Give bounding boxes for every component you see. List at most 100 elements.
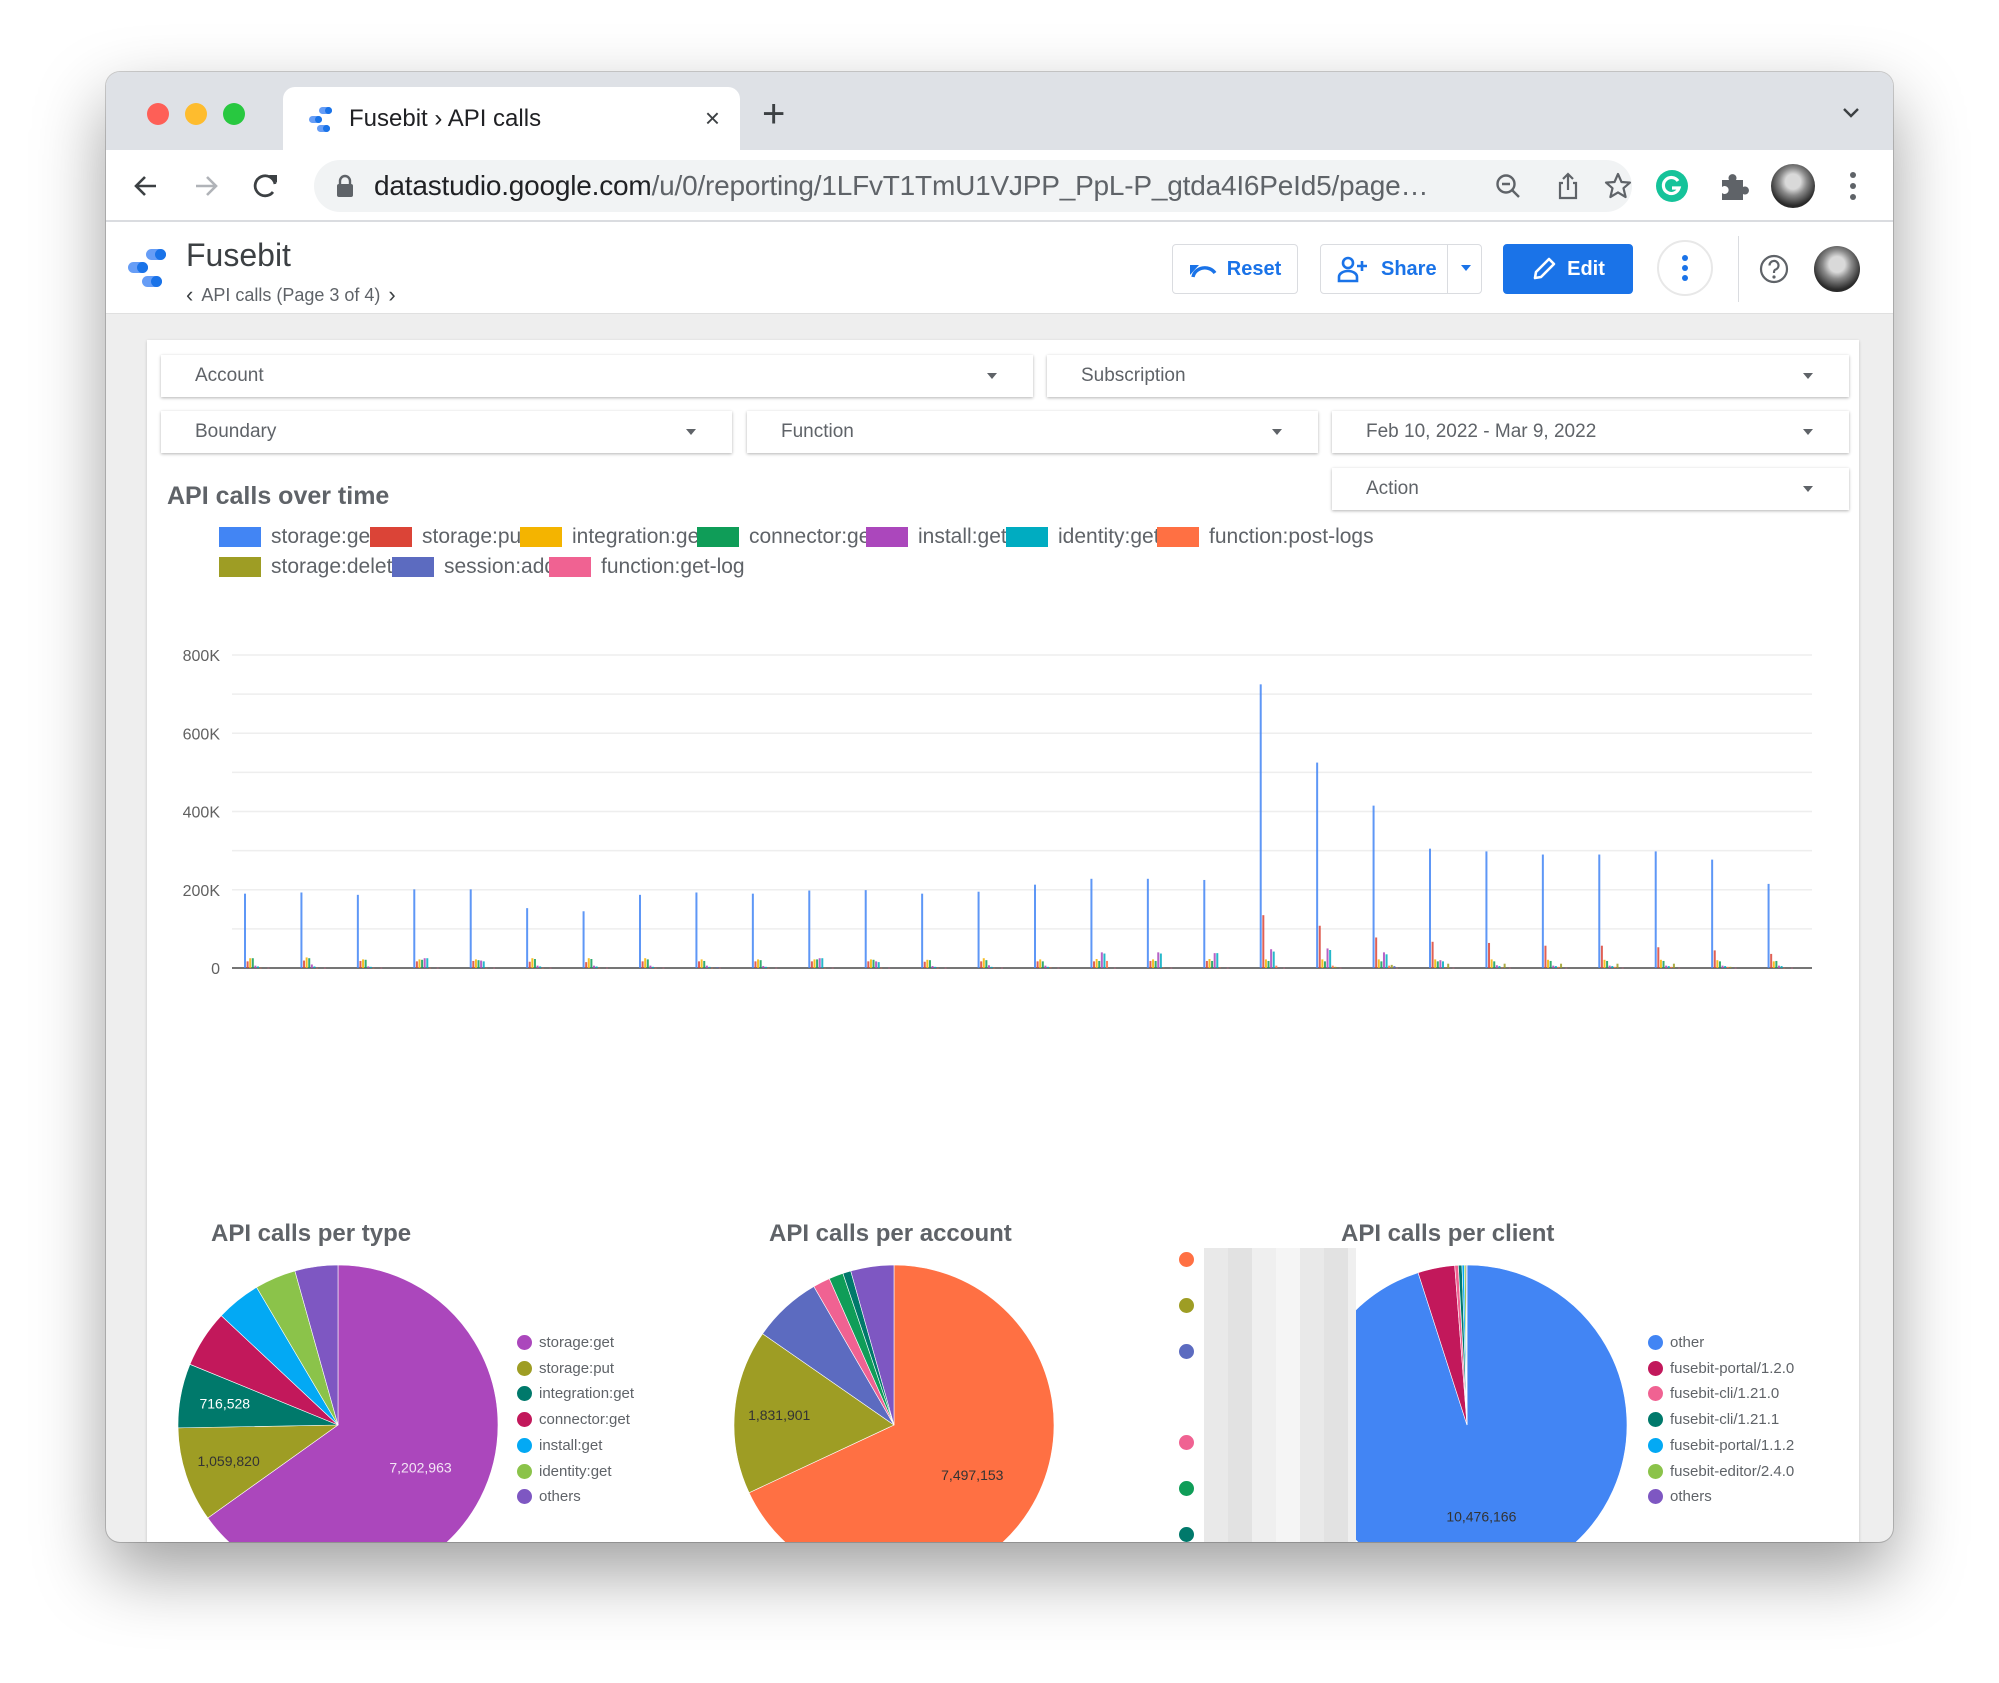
- bar-install-get[interactable]: [1552, 965, 1555, 968]
- bar-storage-put[interactable]: [1600, 945, 1603, 968]
- bar-integration-get[interactable]: [474, 959, 477, 968]
- bar-function-post-logs[interactable]: [1444, 967, 1447, 969]
- bar-function-get-log[interactable]: [1790, 967, 1793, 969]
- bar-install-get[interactable]: [367, 966, 370, 968]
- bar-connector-get[interactable]: [759, 960, 762, 968]
- bar-storage-get[interactable]: [469, 889, 472, 968]
- api-calls-over-time-chart[interactable]: 0 200K 400K 600K 800K Feb 10, 2022Feb 11, 202…: [147, 640, 1859, 980]
- bar-install-get[interactable]: [1382, 952, 1385, 968]
- bar-storage-put[interactable]: [1093, 961, 1096, 968]
- bar-storage-put[interactable]: [980, 961, 983, 968]
- bar-connector-get[interactable]: [1775, 960, 1778, 968]
- bar-function-post-logs[interactable]: [1501, 967, 1504, 969]
- bar-install-get[interactable]: [1721, 965, 1724, 968]
- bar-storage-put[interactable]: [246, 961, 249, 968]
- pie-legend-item-fusebit-portal-1-2-0[interactable]: fusebit-portal/1.2.0: [1648, 1360, 1794, 1377]
- bar-install-get[interactable]: [875, 961, 878, 968]
- bar-integration-get[interactable]: [1095, 959, 1098, 968]
- bar-connector-get[interactable]: [1211, 960, 1214, 968]
- legend-item-install-get[interactable]: install:get: [866, 525, 1007, 549]
- bar-connector-get[interactable]: [251, 958, 254, 968]
- bar-identity-get[interactable]: [1611, 966, 1614, 968]
- bar-identity-get[interactable]: [1329, 950, 1332, 968]
- bar-identity-get[interactable]: [313, 966, 316, 968]
- bar-install-get[interactable]: [423, 958, 426, 968]
- pie-legend-item-item[interactable]: [1179, 1298, 1201, 1313]
- tab-fusebit-api-calls[interactable]: Fusebit › API calls ×: [283, 87, 740, 150]
- bar-function-get-log[interactable]: [1057, 967, 1060, 969]
- bar-storage-get[interactable]: [1203, 879, 1206, 968]
- bar-function-post-logs[interactable]: [1670, 966, 1673, 968]
- bar-function-post-logs[interactable]: [259, 967, 262, 969]
- next-page-chevron-icon[interactable]: ›: [388, 282, 395, 308]
- bar-install-get[interactable]: [1044, 965, 1047, 968]
- api-calls-per-type-pie[interactable]: 7,202,963 1,059,820 716,528: [173, 1260, 503, 1542]
- bar-storage-put[interactable]: [303, 960, 306, 968]
- bar-function-get-log[interactable]: [1395, 967, 1398, 969]
- bar-function-get-log[interactable]: [944, 967, 947, 969]
- bar-integration-get[interactable]: [757, 959, 760, 968]
- bar-storage-get[interactable]: [639, 894, 641, 968]
- bar-connector-get[interactable]: [1549, 960, 1552, 968]
- bar-session-add[interactable]: [1393, 966, 1396, 968]
- bar-function-get-log[interactable]: [380, 967, 383, 969]
- bar-function-post-logs[interactable]: [1049, 967, 1052, 969]
- bar-connector-get[interactable]: [590, 959, 593, 968]
- bar-storage-put[interactable]: [754, 961, 757, 968]
- bar-install-get[interactable]: [1100, 952, 1103, 968]
- bar-integration-get[interactable]: [418, 959, 421, 968]
- bar-install-get[interactable]: [1326, 948, 1329, 968]
- pie-legend-item-others[interactable]: others: [517, 1488, 581, 1505]
- bar-function-get-log[interactable]: [1678, 967, 1681, 969]
- bar-function-get-log[interactable]: [436, 967, 439, 969]
- bar-identity-get[interactable]: [257, 966, 259, 968]
- bar-integration-get[interactable]: [1208, 959, 1211, 968]
- bar-function-post-logs[interactable]: [485, 967, 488, 969]
- bar-integration-get[interactable]: [700, 959, 703, 968]
- bar-storage-get[interactable]: [808, 890, 811, 968]
- bar-storage-get[interactable]: [1372, 805, 1375, 968]
- bar-identity-get[interactable]: [1159, 953, 1162, 968]
- bar-function-post-logs[interactable]: [316, 967, 319, 969]
- bar-storage-put[interactable]: [1262, 915, 1265, 968]
- legend-item-storage-delete[interactable]: storage:delete: [219, 555, 404, 579]
- bar-function-get-log[interactable]: [1283, 967, 1286, 969]
- bar-identity-get[interactable]: [1667, 966, 1670, 968]
- bar-identity-get[interactable]: [1780, 966, 1783, 968]
- bar-storage-put[interactable]: [1318, 925, 1321, 968]
- minimize-window-button[interactable]: [185, 103, 207, 125]
- bar-identity-get[interactable]: [369, 966, 372, 968]
- bar-connector-get[interactable]: [703, 960, 706, 968]
- bar-function-get-log[interactable]: [1508, 967, 1511, 969]
- bar-connector-get[interactable]: [1606, 960, 1609, 968]
- bar-storage-get[interactable]: [300, 892, 303, 968]
- bar-integration-get[interactable]: [1039, 959, 1042, 968]
- function-filter[interactable]: Function: [747, 411, 1318, 453]
- bar-storage-delete[interactable]: [1616, 963, 1619, 968]
- bar-integration-get[interactable]: [1434, 959, 1437, 968]
- legend-item-integration-get[interactable]: integration:get: [520, 525, 705, 549]
- api-calls-per-account-pie[interactable]: 7,497,153 1,831,901: [729, 1260, 1059, 1542]
- maximize-window-button[interactable]: [223, 103, 245, 125]
- bar-function-get-log[interactable]: [605, 967, 608, 969]
- bar-function-post-logs[interactable]: [1162, 967, 1165, 969]
- bar-function-post-logs[interactable]: [767, 967, 770, 969]
- bar-integration-get[interactable]: [1603, 959, 1606, 968]
- bar-integration-get[interactable]: [362, 959, 365, 968]
- reset-button[interactable]: Reset: [1172, 244, 1298, 294]
- pie-legend-item-item[interactable]: [1179, 1481, 1201, 1496]
- bar-function-get-log[interactable]: [1452, 967, 1455, 969]
- new-tab-button[interactable]: +: [762, 94, 785, 134]
- bar-function-get-log[interactable]: [493, 967, 496, 969]
- bar-install-get[interactable]: [931, 966, 934, 968]
- bar-connector-get[interactable]: [646, 959, 649, 968]
- bar-function-post-logs[interactable]: [1106, 960, 1109, 968]
- bar-storage-put[interactable]: [641, 961, 644, 968]
- pie-legend-item-fusebit-editor-2-4-0[interactable]: fusebit-editor/2.4.0: [1648, 1463, 1794, 1480]
- bar-connector-get[interactable]: [533, 959, 536, 968]
- share-options-caret-icon[interactable]: [1461, 265, 1471, 271]
- bar-identity-get[interactable]: [1216, 953, 1219, 968]
- pie-legend-item-storage-get[interactable]: storage:get: [517, 1334, 614, 1351]
- bar-install-get[interactable]: [254, 965, 257, 968]
- bar-storage-get[interactable]: [1654, 851, 1657, 968]
